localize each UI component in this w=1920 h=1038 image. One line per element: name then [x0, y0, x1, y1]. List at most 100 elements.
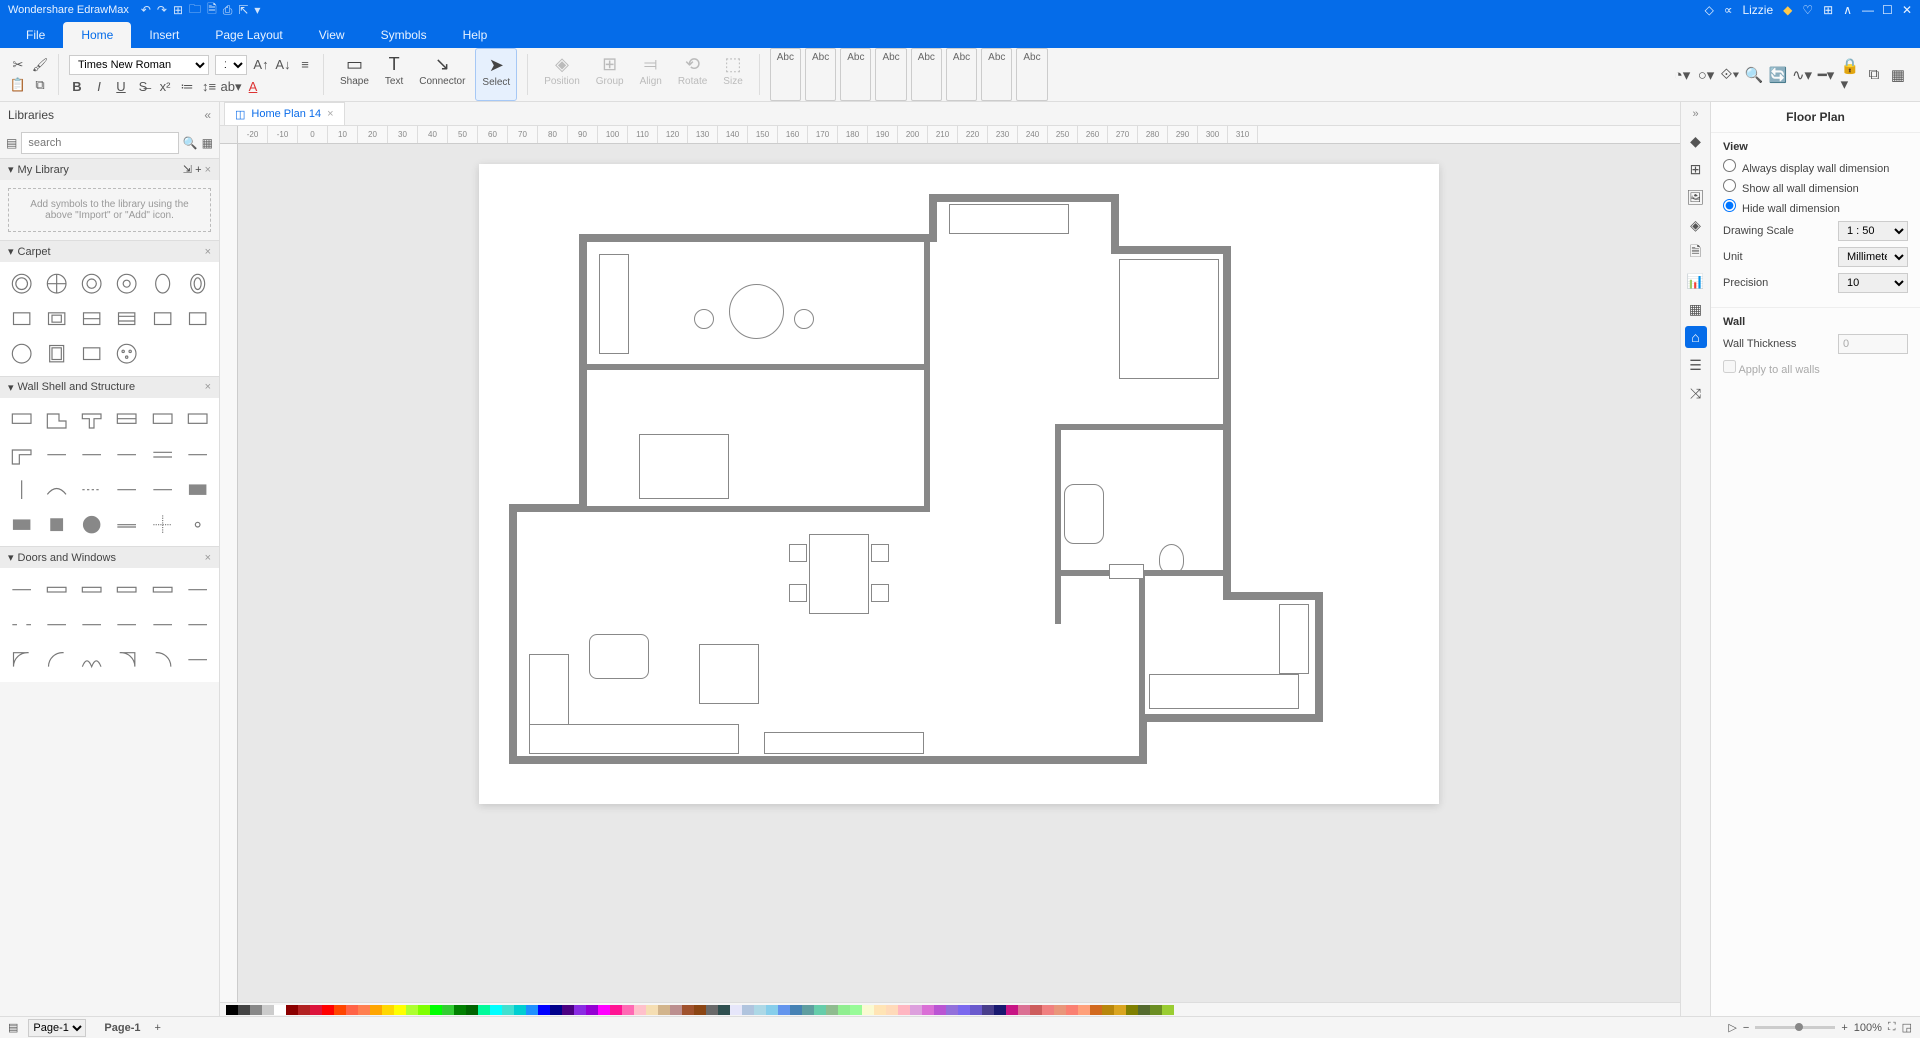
color-swatch[interactable] — [346, 1005, 358, 1015]
color-swatch[interactable] — [634, 1005, 646, 1015]
door-shape[interactable] — [182, 645, 213, 676]
color-swatch[interactable] — [1042, 1005, 1054, 1015]
library-dropdown-icon[interactable]: ▤ — [6, 136, 17, 150]
save-icon[interactable]: 🗎 — [207, 0, 217, 21]
page-icon[interactable]: 🗎 — [1685, 242, 1707, 264]
color-swatch[interactable] — [286, 1005, 298, 1015]
carpet-shape[interactable] — [76, 268, 107, 299]
color-swatch[interactable] — [1090, 1005, 1102, 1015]
style-preset-4[interactable]: Abc — [875, 48, 906, 101]
radio-hide[interactable]: Hide wall dimension — [1723, 199, 1908, 215]
wall-shape[interactable] — [76, 404, 107, 435]
color-swatch[interactable] — [538, 1005, 550, 1015]
door-shape[interactable] — [76, 574, 107, 605]
carpet-shape[interactable] — [76, 338, 107, 369]
color-swatch[interactable] — [406, 1005, 418, 1015]
color-swatch[interactable] — [250, 1005, 262, 1015]
search-icon[interactable]: 🔍 — [1746, 67, 1762, 83]
canvas-scroll[interactable] — [238, 144, 1680, 1002]
radio-show-all[interactable]: Show all wall dimension — [1723, 179, 1908, 195]
search-icon[interactable]: 🔍 — [183, 136, 198, 150]
tab-page-layout[interactable]: Page Layout — [197, 22, 300, 48]
redo-icon[interactable]: ↷ — [157, 3, 167, 17]
wall-shape[interactable] — [112, 509, 143, 540]
add-icon[interactable]: + — [195, 164, 201, 176]
section-doors-windows[interactable]: ▾ Doors and Windows× — [0, 546, 219, 568]
color-swatch[interactable] — [1114, 1005, 1126, 1015]
color-swatch[interactable] — [706, 1005, 718, 1015]
collapse-ribbon-icon[interactable]: ∧ — [1843, 3, 1852, 17]
door-shape[interactable] — [6, 609, 37, 640]
color-swatch[interactable] — [838, 1005, 850, 1015]
qat-more-icon[interactable]: ▾ — [254, 3, 260, 17]
style-preset-2[interactable]: Abc — [805, 48, 836, 101]
wall-shape[interactable] — [182, 509, 213, 540]
carpet-shape[interactable] — [76, 303, 107, 334]
expand-panel-icon[interactable]: » — [1692, 108, 1698, 120]
door-shape[interactable] — [147, 574, 178, 605]
superscript-icon[interactable]: x² — [157, 79, 173, 95]
color-swatch[interactable] — [502, 1005, 514, 1015]
color-swatch[interactable] — [310, 1005, 322, 1015]
page-list-icon[interactable]: ▤ — [8, 1021, 18, 1034]
wall-shape[interactable] — [6, 509, 37, 540]
wall-shape[interactable] — [147, 439, 178, 470]
color-swatch[interactable] — [454, 1005, 466, 1015]
carpet-shape[interactable] — [147, 268, 178, 299]
apps-icon[interactable]: ⊞ — [1823, 3, 1833, 17]
format-painter-icon[interactable]: 🖌 — [32, 57, 48, 73]
wall-shape[interactable] — [147, 509, 178, 540]
door-shape[interactable] — [41, 645, 72, 676]
carpet-shape[interactable] — [6, 338, 37, 369]
color-swatch[interactable] — [466, 1005, 478, 1015]
style-preset-3[interactable]: Abc — [840, 48, 871, 101]
color-swatch[interactable] — [1162, 1005, 1174, 1015]
door-shape[interactable] — [182, 574, 213, 605]
color-swatch[interactable] — [862, 1005, 874, 1015]
wall-shape[interactable] — [182, 404, 213, 435]
undo-icon[interactable]: ↶ — [141, 3, 151, 17]
layers-icon[interactable]: ⧉ — [1866, 67, 1882, 83]
tool-connector[interactable]: ↘Connector — [413, 48, 471, 101]
drawing-page[interactable] — [479, 164, 1439, 804]
arrange-icon[interactable]: ⟐▾ — [1722, 67, 1738, 83]
door-shape[interactable] — [76, 609, 107, 640]
color-swatch[interactable] — [766, 1005, 778, 1015]
presentation-icon[interactable]: ▷ — [1728, 1021, 1736, 1034]
carpet-shape[interactable] — [6, 303, 37, 334]
color-swatch[interactable] — [874, 1005, 886, 1015]
door-shape[interactable] — [182, 609, 213, 640]
layers-icon[interactable]: ◈ — [1685, 214, 1707, 236]
close-icon[interactable]: ✕ — [1902, 3, 1912, 17]
italic-icon[interactable]: I — [91, 79, 107, 95]
fullscreen-icon[interactable]: ◲ — [1902, 1021, 1912, 1034]
open-icon[interactable]: 🗀 — [189, 0, 201, 21]
color-swatch[interactable] — [754, 1005, 766, 1015]
wall-shape[interactable] — [147, 474, 178, 505]
color-swatch[interactable] — [646, 1005, 658, 1015]
notification-icon[interactable]: ◇ — [1705, 3, 1714, 17]
color-swatch[interactable] — [478, 1005, 490, 1015]
door-shape[interactable] — [6, 574, 37, 605]
page-tab[interactable]: Page-1 — [96, 1020, 148, 1036]
color-swatch[interactable] — [442, 1005, 454, 1015]
carpet-shape[interactable] — [112, 338, 143, 369]
bullets-icon[interactable]: ≔ — [179, 79, 195, 95]
line-style-icon[interactable]: ∿▾ — [1794, 67, 1810, 83]
close-section-icon[interactable]: × — [205, 164, 211, 176]
door-shape[interactable] — [112, 645, 143, 676]
color-swatch[interactable] — [694, 1005, 706, 1015]
color-swatch[interactable] — [802, 1005, 814, 1015]
tool-position[interactable]: ◈Position — [538, 48, 586, 101]
door-shape[interactable] — [147, 609, 178, 640]
color-swatch[interactable] — [778, 1005, 790, 1015]
tab-home[interactable]: Home — [63, 22, 131, 48]
color-swatch[interactable] — [982, 1005, 994, 1015]
settings-icon[interactable]: ☰ — [1685, 354, 1707, 376]
color-swatch[interactable] — [790, 1005, 802, 1015]
color-swatch[interactable] — [586, 1005, 598, 1015]
font-family-select[interactable]: Times New Roman — [69, 55, 209, 75]
shuffle-icon[interactable]: ⤨ — [1685, 382, 1707, 404]
zoom-in-icon[interactable]: + — [1841, 1022, 1847, 1034]
carpet-shape[interactable] — [41, 303, 72, 334]
